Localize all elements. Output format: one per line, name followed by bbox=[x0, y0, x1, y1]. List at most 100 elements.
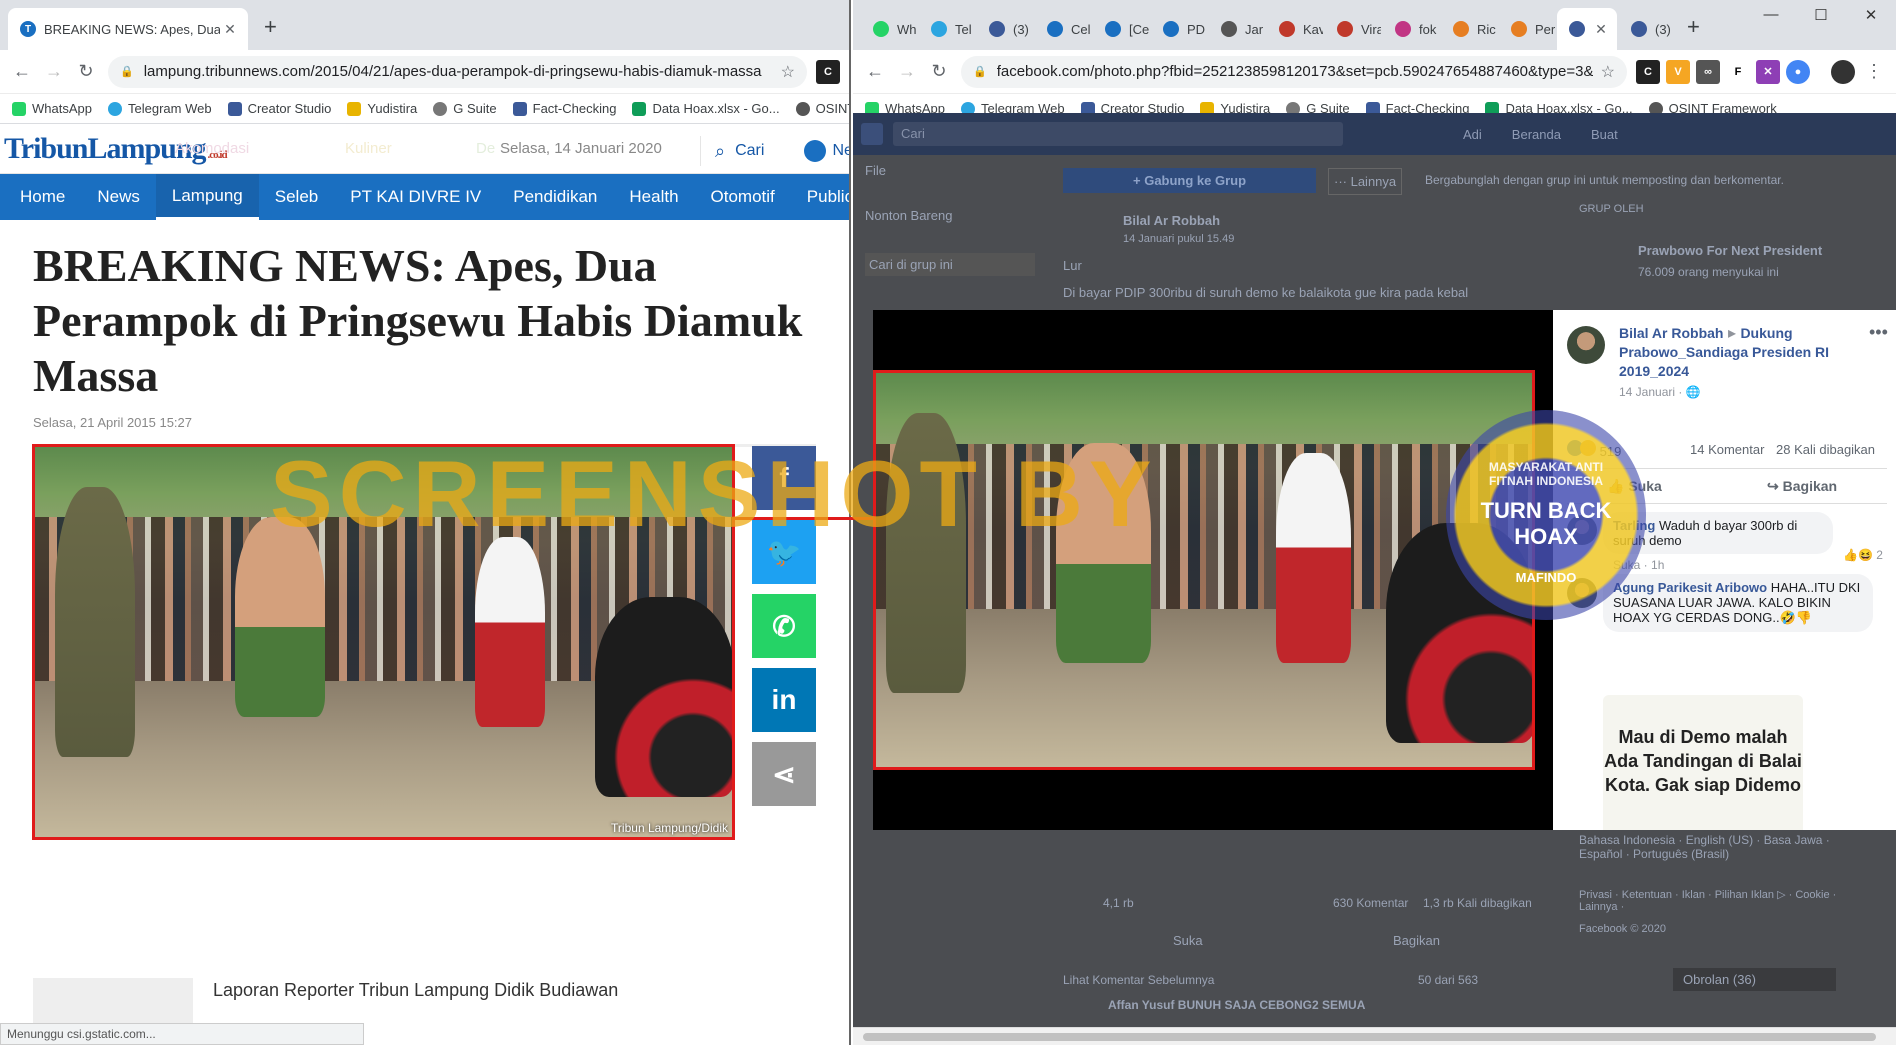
arrow-icon: ▸ bbox=[1727, 325, 1736, 342]
bookmark-telegram[interactable]: Telegram Web bbox=[107, 101, 212, 116]
post-time[interactable]: 14 Januari · 🌐 bbox=[1619, 385, 1701, 399]
topnav-home[interactable]: Beranda bbox=[1512, 127, 1561, 142]
chat-bar[interactable]: Obrolan (36) bbox=[1673, 968, 1836, 991]
scrollbar-thumb[interactable] bbox=[863, 1033, 1876, 1041]
nav-health[interactable]: Health bbox=[613, 174, 694, 220]
nav-pendidikan[interactable]: Pendidikan bbox=[497, 174, 613, 220]
bookmark-star-icon[interactable]: ☆ bbox=[1601, 62, 1615, 82]
address-bar[interactable]: 🔒 facebook.com/photo.php?fbid=2521238598… bbox=[961, 55, 1627, 88]
search-button[interactable]: ⌕ Cari Ne bbox=[700, 136, 849, 166]
address-bar[interactable]: 🔒 lampung.tribunnews.com/2015/04/21/apes… bbox=[108, 55, 807, 88]
reload-icon[interactable]: ↻ bbox=[70, 56, 102, 88]
tab-3[interactable]: Cel bbox=[1035, 8, 1091, 50]
tab-12[interactable]: ✕ bbox=[1557, 8, 1617, 50]
nav-news[interactable]: News bbox=[81, 174, 156, 220]
more-options-icon[interactable]: ••• bbox=[1869, 322, 1888, 343]
tab-4[interactable]: [Ce bbox=[1093, 8, 1149, 50]
back-icon[interactable]: ← bbox=[859, 56, 891, 88]
linkedin-icon: in bbox=[771, 684, 797, 715]
bookmark-label: Data Hoax.xlsx - Go... bbox=[652, 101, 780, 116]
nav-pt-kai[interactable]: PT KAI DIVRE IV bbox=[334, 174, 497, 220]
bookmark-gsuite[interactable]: G Suite bbox=[433, 101, 497, 116]
bookmark-osint[interactable]: OSINT Fra bbox=[795, 101, 849, 116]
close-tab-icon[interactable]: ✕ bbox=[220, 21, 240, 38]
new-tab-icon[interactable]: + bbox=[264, 14, 277, 40]
new-tab-icon[interactable]: + bbox=[1687, 14, 1700, 40]
join-group-button[interactable]: + Gabung ke Grup bbox=[1063, 168, 1317, 193]
extension-icon[interactable]: C bbox=[1636, 59, 1660, 84]
suggested-group-name[interactable]: Prawbowo For Next President bbox=[1638, 243, 1822, 258]
tab-0[interactable]: Wh bbox=[861, 8, 917, 50]
tab-9[interactable]: fok bbox=[1383, 8, 1439, 50]
footer-links[interactable]: Privasi · Ketentuan · Iklan · Pilihan Ik… bbox=[1579, 888, 1849, 913]
minimize-icon[interactable]: — bbox=[1756, 6, 1786, 23]
extension-icon[interactable]: ● bbox=[1786, 59, 1810, 84]
post-author[interactable]: Bilal Ar Robbah bbox=[1123, 213, 1220, 228]
close-window-icon[interactable]: ✕ bbox=[1856, 6, 1886, 24]
extension-icon[interactable]: C bbox=[816, 59, 840, 84]
more-button[interactable]: ··· Lainnya bbox=[1328, 168, 1403, 195]
tribun-network-icon[interactable] bbox=[804, 140, 827, 162]
avatar[interactable] bbox=[1567, 326, 1605, 364]
bookmark-star-icon[interactable]: ☆ bbox=[781, 62, 795, 82]
share-button[interactable]: ↪ Bagikan bbox=[1767, 478, 1837, 495]
bookmark-fact-checking[interactable]: Fact-Checking bbox=[512, 101, 616, 116]
topnav-profile[interactable]: Adi bbox=[1463, 127, 1482, 142]
tab-8[interactable]: Vira bbox=[1325, 8, 1381, 50]
forward-icon[interactable]: → bbox=[38, 56, 70, 88]
whatsapp-icon bbox=[12, 101, 26, 116]
forward-icon[interactable]: → bbox=[891, 56, 923, 88]
article-headline: BREAKING NEWS: Apes, Dua Perampok di Pri… bbox=[33, 240, 803, 401]
tab-5[interactable]: PD bbox=[1151, 8, 1207, 50]
group-search-input[interactable]: Cari di grup ini bbox=[865, 253, 1035, 276]
tab-7[interactable]: Kav bbox=[1267, 8, 1323, 50]
bookmark-creator-studio[interactable]: Creator Studio bbox=[227, 101, 331, 116]
bookmark-whatsapp[interactable]: WhatsApp bbox=[12, 101, 92, 116]
viewer-photo[interactable] bbox=[873, 370, 1535, 770]
tab-favicon-icon bbox=[1569, 21, 1585, 37]
nav-otomotif[interactable]: Otomotif bbox=[695, 174, 791, 220]
tab-10[interactable]: Ric bbox=[1441, 8, 1497, 50]
tab-2[interactable]: (3) bbox=[977, 8, 1033, 50]
left-menu-file[interactable]: File bbox=[865, 163, 886, 178]
tab-6[interactable]: Jar bbox=[1209, 8, 1265, 50]
nav-public-service[interactable]: Public Servi bbox=[791, 174, 849, 220]
article-date: Selasa, 21 April 2015 15:27 bbox=[33, 415, 193, 430]
facebook-logo-icon[interactable] bbox=[861, 123, 883, 145]
topnav-create[interactable]: Buat bbox=[1591, 127, 1618, 142]
profile-avatar[interactable] bbox=[1831, 59, 1855, 84]
tab-1[interactable]: Tel bbox=[919, 8, 975, 50]
comment-reactions[interactable]: 👍😆 2 bbox=[1843, 548, 1883, 562]
bg-share-button[interactable]: Bagikan bbox=[1393, 933, 1440, 948]
nav-home[interactable]: Home bbox=[4, 174, 81, 220]
nav-lampung[interactable]: Lampung bbox=[155, 174, 259, 220]
comment-count[interactable]: 14 Komentar bbox=[1690, 442, 1764, 457]
back-icon[interactable]: ← bbox=[6, 56, 38, 88]
tab-13[interactable]: (3) bbox=[1619, 8, 1675, 50]
maximize-icon[interactable]: ☐ bbox=[1806, 6, 1836, 24]
bookmark-data-hoax[interactable]: Data Hoax.xlsx - Go... bbox=[632, 101, 780, 116]
left-menu-watch-party[interactable]: Nonton Bareng bbox=[865, 208, 952, 223]
comment-meme-image[interactable]: Mau di Demo malah Ada Tandingan di Balai… bbox=[1603, 695, 1803, 830]
post-author-link[interactable]: Bilal Ar Robbah bbox=[1619, 325, 1724, 341]
previous-comments-link[interactable]: Lihat Komentar Sebelumnya bbox=[1063, 973, 1214, 987]
share-count[interactable]: 28 Kali dibagikan bbox=[1776, 442, 1875, 457]
language-links[interactable]: Bahasa Indonesia · English (US) · Basa J… bbox=[1579, 833, 1849, 861]
share-more-button[interactable]: ⋖ bbox=[752, 742, 816, 806]
tab-tribun[interactable]: T BREAKING NEWS: Apes, Dua Per ✕ bbox=[8, 8, 248, 50]
extension-icon[interactable]: ∞ bbox=[1696, 59, 1720, 84]
extension-icon[interactable]: F bbox=[1726, 59, 1750, 84]
share-whatsapp-button[interactable]: ✆ bbox=[752, 594, 816, 658]
bg-like-button[interactable]: Suka bbox=[1173, 933, 1203, 948]
nav-seleb[interactable]: Seleb bbox=[259, 174, 334, 220]
extension-icon[interactable]: V bbox=[1666, 59, 1690, 84]
menu-icon[interactable]: ⋮ bbox=[1858, 56, 1890, 88]
facebook-search-input[interactable]: Cari bbox=[893, 122, 1343, 146]
bookmark-yudistira[interactable]: Yudistira bbox=[347, 101, 417, 116]
tab-11[interactable]: Per bbox=[1499, 8, 1555, 50]
horizontal-scrollbar[interactable] bbox=[853, 1027, 1896, 1045]
reload-icon[interactable]: ↻ bbox=[923, 56, 955, 88]
share-linkedin-button[interactable]: in bbox=[752, 668, 816, 732]
close-tab-icon[interactable]: ✕ bbox=[1593, 21, 1609, 38]
extension-icon[interactable]: ✕ bbox=[1756, 59, 1780, 84]
